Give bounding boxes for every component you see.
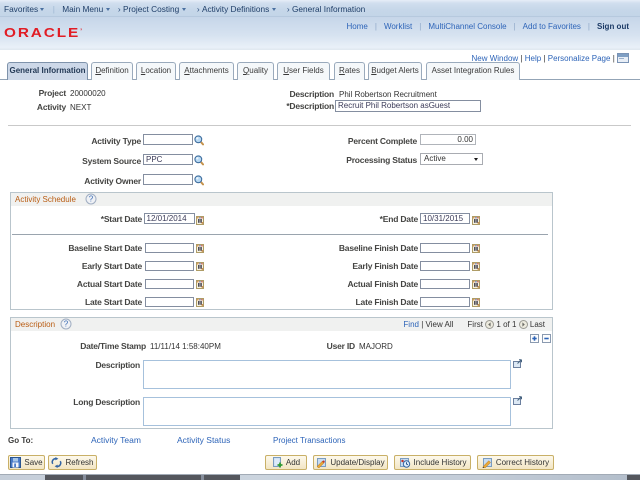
svg-text:?: ? — [89, 195, 94, 204]
svg-text:?: ? — [64, 320, 69, 329]
